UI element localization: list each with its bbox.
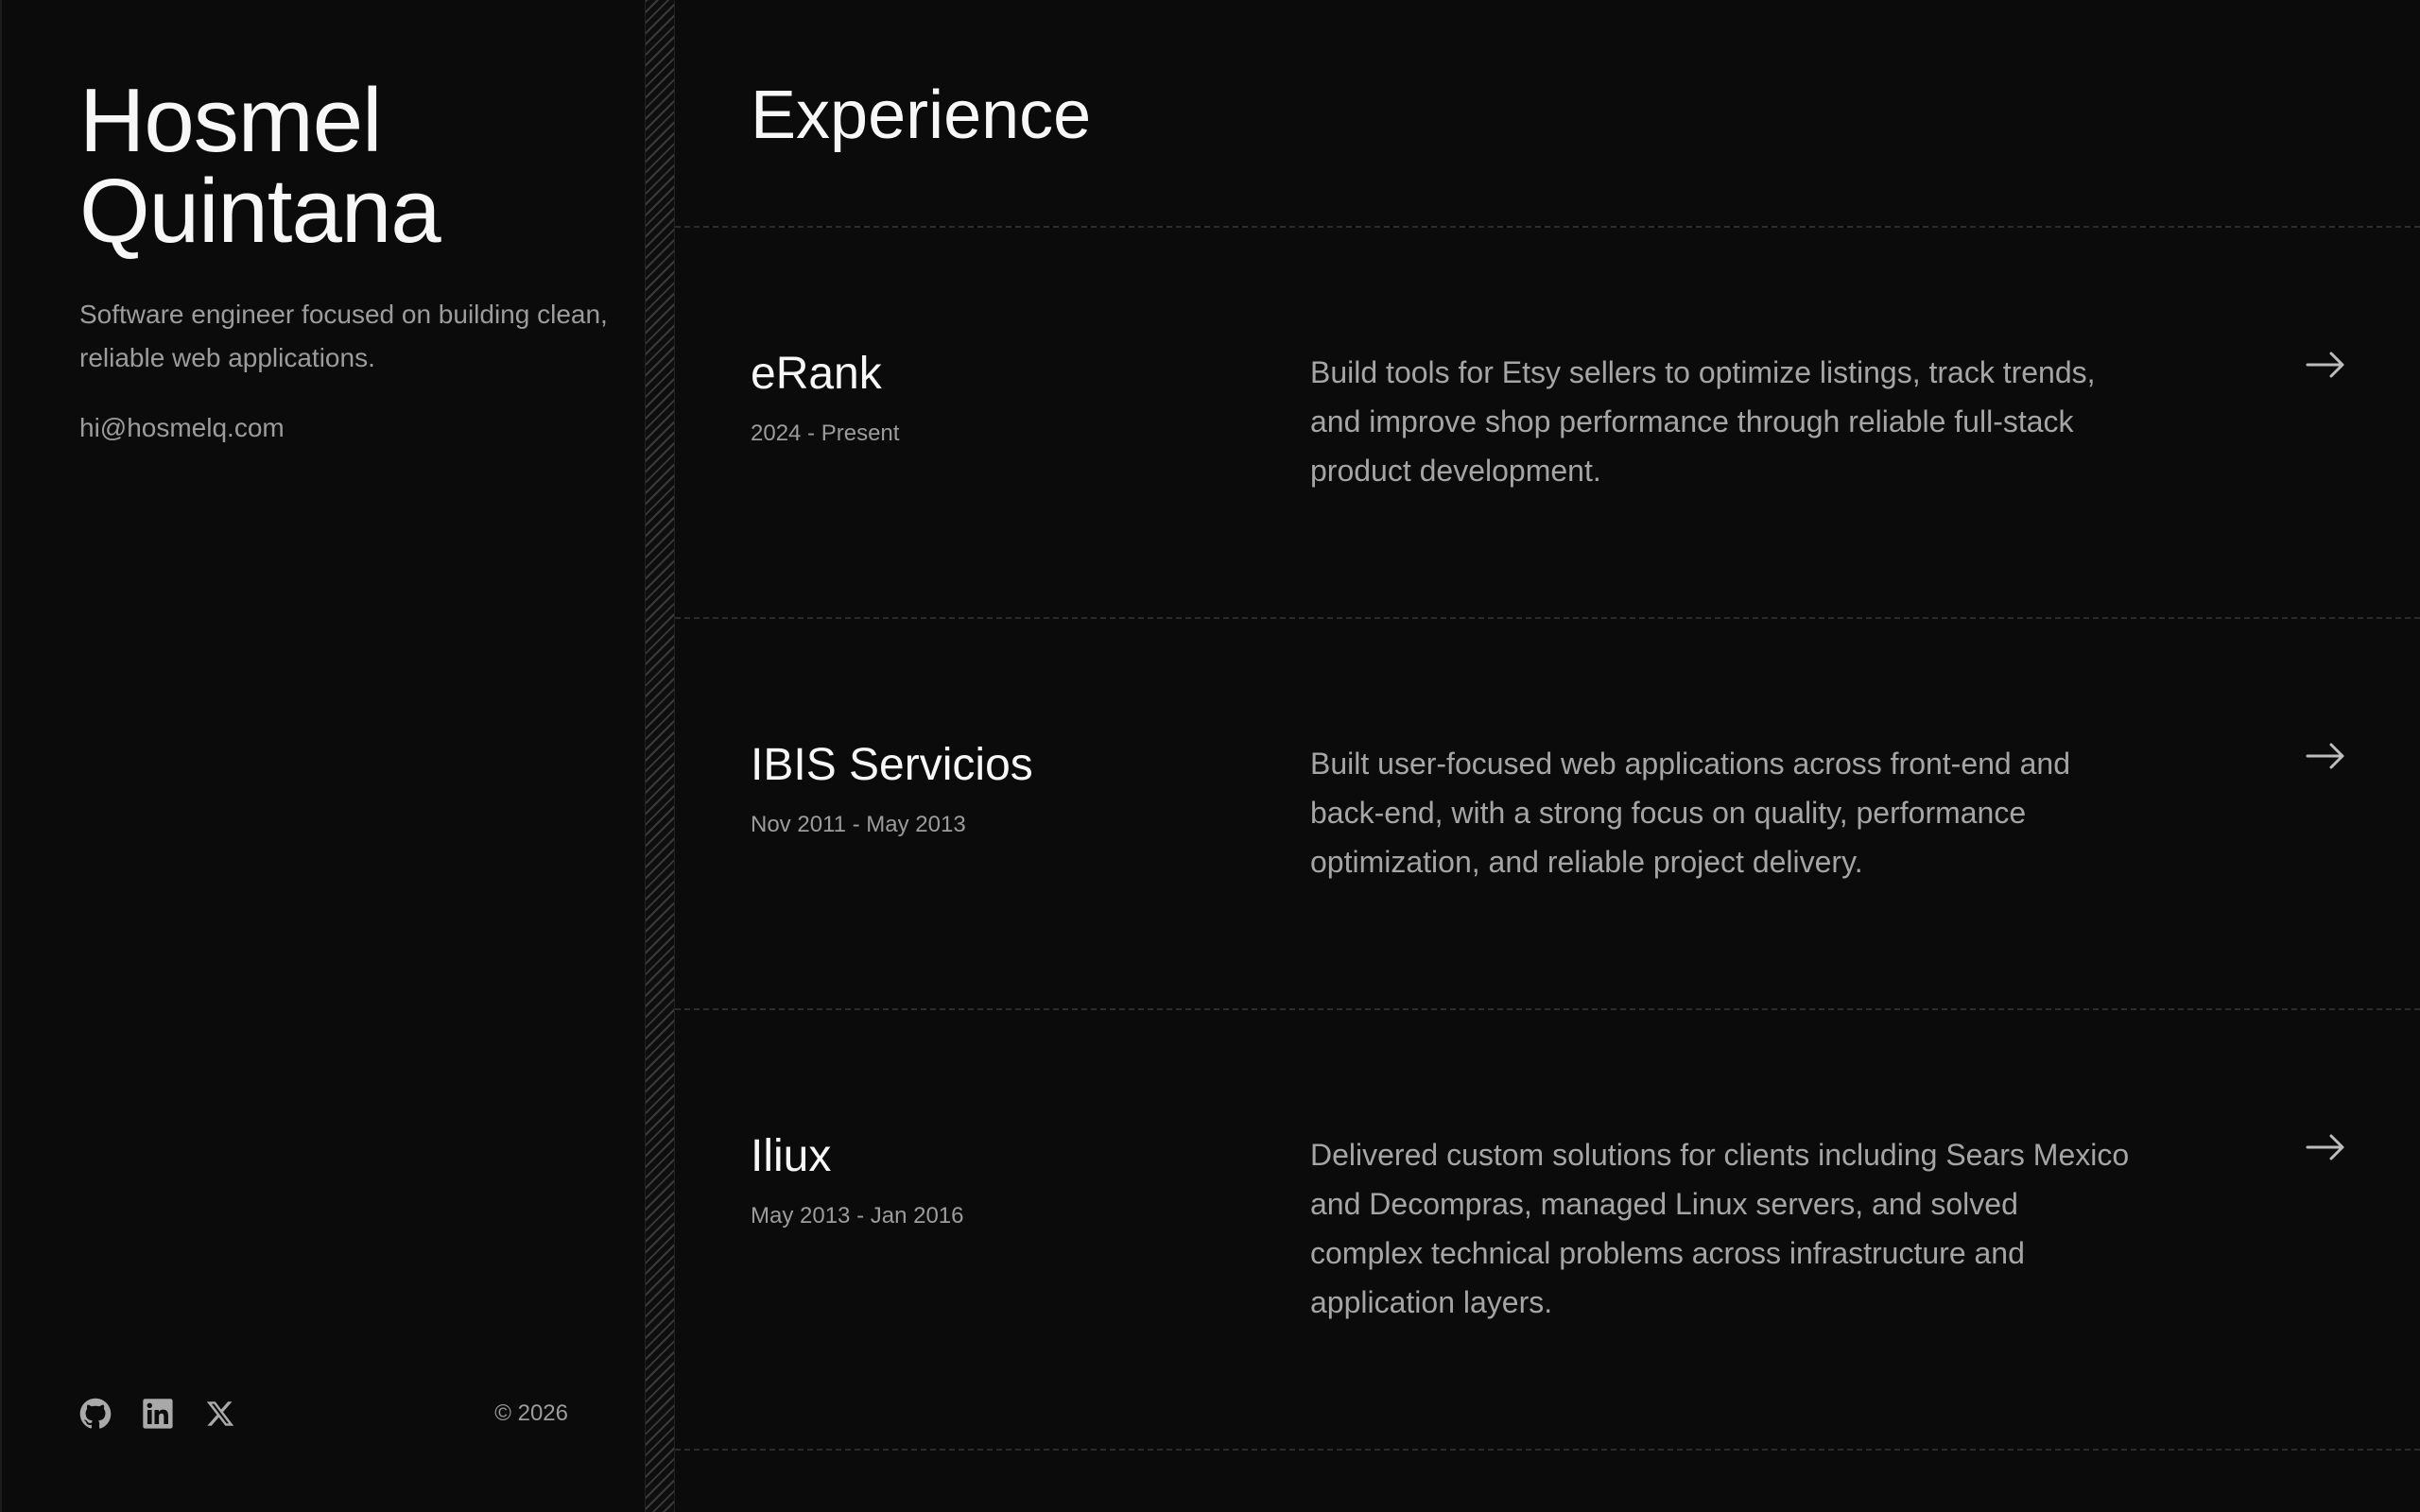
profile-name-first: Hosmel [79, 70, 382, 171]
sidebar-footer: © 2026 [79, 1395, 568, 1433]
experience-meta: IBIS Servicios Nov 2011 - May 2013 [675, 619, 1310, 1008]
company-name: eRank [751, 349, 882, 399]
email-link[interactable]: hi@hosmelq.com [79, 412, 285, 444]
linkedin-link[interactable] [142, 1398, 174, 1430]
github-link[interactable] [79, 1398, 112, 1430]
company-name: IBIS Servicios [751, 740, 1033, 790]
experience-meta: eRank 2024 - Present [675, 228, 1310, 617]
experience-dates: 2024 - Present [751, 421, 900, 446]
experience-dates: Nov 2011 - May 2013 [751, 812, 966, 837]
arrow-right-icon[interactable] [2305, 1133, 2346, 1161]
experience-dates: May 2013 - Jan 2016 [751, 1203, 964, 1228]
experience-description: Built user-focused web applications acro… [1310, 747, 2070, 879]
x-link[interactable] [204, 1398, 236, 1430]
sidebar: Hosmel Quintana Software engineer focuse… [0, 0, 645, 1512]
github-icon [79, 1398, 112, 1429]
experience-meta: Iliux May 2013 - Jan 2016 [675, 1010, 1310, 1449]
copyright: © 2026 [494, 1400, 568, 1426]
experience-item-iliux[interactable]: Iliux May 2013 - Jan 2016 Delivered cust… [675, 1010, 2420, 1451]
page-title: Experience [751, 77, 1092, 153]
experience-item-erank[interactable]: eRank 2024 - Present Build tools for Ets… [675, 228, 2420, 619]
experience-description: Build tools for Etsy sellers to optimize… [1310, 355, 2096, 488]
page: Hosmel Quintana Software engineer focuse… [0, 0, 2420, 1512]
profile-name: Hosmel Quintana [79, 76, 645, 257]
profile-name-last: Quintana [79, 161, 441, 262]
experience-item-ibis-servicios[interactable]: IBIS Servicios Nov 2011 - May 2013 Built… [675, 619, 2420, 1010]
arrow-right-icon[interactable] [2305, 351, 2346, 379]
linkedin-icon [143, 1399, 173, 1429]
section-header: Experience [675, 0, 2420, 228]
x-icon [206, 1401, 234, 1426]
profile-tagline: Software engineer focused on building cl… [79, 300, 608, 372]
social-links [79, 1398, 236, 1430]
arrow-right-icon[interactable] [2305, 742, 2346, 770]
experience-description: Delivered custom solutions for clients i… [1310, 1138, 2130, 1319]
company-name: Iliux [751, 1131, 832, 1181]
main-content: Experience eRank 2024 - Present Build to… [675, 0, 2420, 1512]
hatched-divider [645, 0, 675, 1512]
